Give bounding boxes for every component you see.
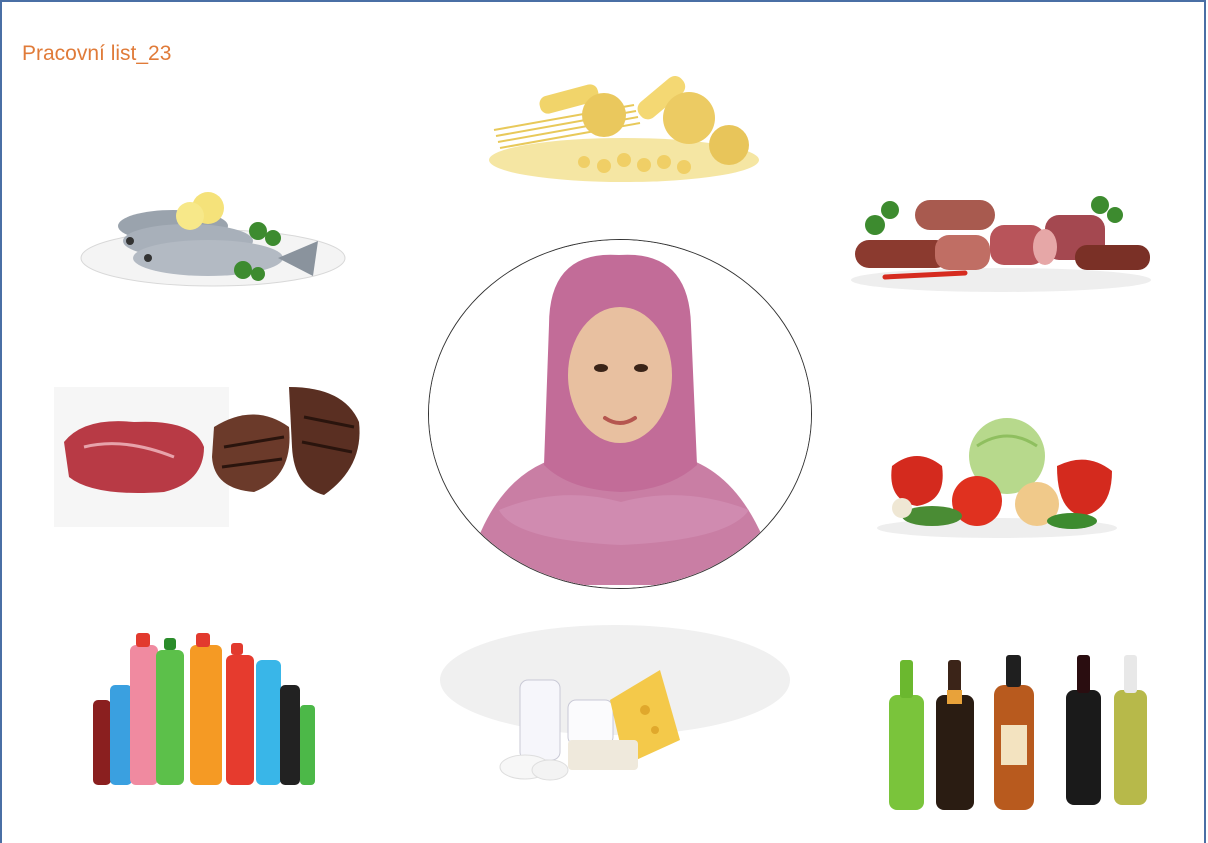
dairy-image bbox=[440, 625, 790, 781]
portrait-circle bbox=[428, 239, 812, 589]
pasta-image bbox=[489, 76, 759, 182]
soft-drinks-image bbox=[93, 633, 315, 785]
portrait-image bbox=[429, 240, 811, 588]
fish-image bbox=[80, 192, 346, 287]
alcohol-image bbox=[889, 655, 1147, 810]
worksheet-title: Pracovní list_23 bbox=[22, 42, 172, 65]
vegetables-image bbox=[877, 418, 1117, 538]
meat-image bbox=[54, 387, 360, 527]
sausages-image bbox=[851, 196, 1151, 292]
